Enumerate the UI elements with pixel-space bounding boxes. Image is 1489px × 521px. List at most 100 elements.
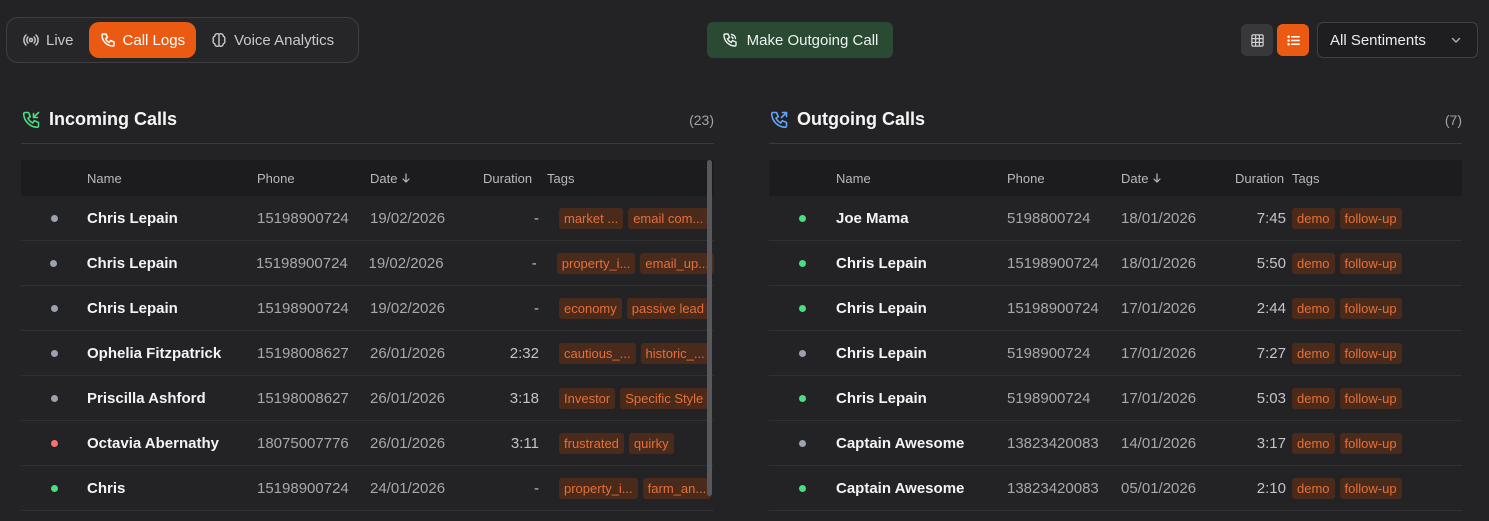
call-duration: 2:10: [1256, 479, 1286, 497]
panel-title: Outgoing Calls: [769, 109, 925, 130]
status-cell: [769, 259, 836, 267]
brain-icon: [212, 33, 226, 47]
call-duration: 2:32: [509, 344, 539, 362]
column-date-label: Date: [1121, 170, 1149, 186]
call-duration: 7:27: [1256, 344, 1286, 362]
sentiment-dot: [50, 259, 58, 267]
tag-list: market ... email com...: [539, 207, 709, 229]
tag-badge: follow-up: [1339, 342, 1402, 364]
sentiment-dot: [50, 304, 58, 312]
column-name[interactable]: Name: [87, 171, 257, 186]
outgoing-count: (7): [1444, 111, 1462, 128]
sort-desc-icon: [1153, 173, 1162, 183]
tab-live[interactable]: Live: [12, 22, 85, 58]
tag-badge: historic_...: [640, 342, 710, 364]
table-row[interactable]: Chris Lepain 15198900724 19/02/2026- market…: [21, 196, 714, 241]
tag-badge: demo: [1292, 432, 1335, 454]
tag-list: demo follow-up: [1292, 477, 1402, 499]
phone-outgoing-icon: [770, 111, 788, 128]
call-duration: 7:45: [1256, 209, 1286, 227]
column-date[interactable]: Date: [1121, 171, 1235, 186]
table-row[interactable]: Captain Awesome 13823420083 05/01/2026 2:10…: [769, 466, 1462, 511]
tag-badge: demo: [1292, 477, 1335, 499]
tab-label: Call Logs: [122, 31, 186, 49]
table-row[interactable]: Chris Lepain 5198900724 17/01/2026 5:03 demo…: [769, 376, 1462, 421]
tag-list: demo follow-up: [1292, 207, 1402, 229]
column-phone[interactable]: Phone: [257, 171, 370, 186]
caller-phone: 15198900724: [257, 299, 349, 317]
status-cell: [21, 259, 87, 267]
call-duration: 3:18: [509, 389, 539, 407]
tag-list: property_i... farm_an...: [539, 477, 712, 499]
caller-date: 26/01/2026: [370, 389, 446, 407]
make-outgoing-call-button[interactable]: Make Outgoing Call: [707, 22, 893, 58]
table-row[interactable]: Chris 15198900724 24/01/2026- property_i...…: [21, 466, 714, 511]
tag-badge: demo: [1292, 342, 1335, 364]
status-cell: [769, 394, 836, 402]
caller-date: 18/01/2026: [1121, 254, 1197, 272]
panel-title: Incoming Calls: [21, 109, 177, 130]
tag-badge: email_up...: [640, 252, 715, 274]
sentiment-dot: [799, 394, 806, 402]
incoming-calls-panel: Incoming Calls (23) Name Phone Date Dura…: [21, 96, 715, 511]
tab-voice-analytics[interactable]: Voice Analytics: [200, 22, 345, 58]
table-row[interactable]: Chris Lepain 15198900724 19/02/2026- econom…: [21, 286, 714, 331]
caller-phone: 5198900724: [1007, 389, 1091, 407]
status-cell: [21, 214, 87, 222]
caller-name: Chris Lepain: [86, 254, 178, 272]
table-row[interactable]: Joe Mama 5198800724 18/01/2026 7:45 demo foll…: [769, 196, 1462, 241]
column-duration[interactable]: Duration: [1235, 171, 1292, 186]
phone-incoming-icon: [22, 111, 40, 128]
column-tags: Tags: [1292, 170, 1320, 186]
caller-date: 17/01/2026: [1121, 389, 1197, 407]
scrollbar-thumb[interactable]: [707, 160, 712, 496]
tag-badge: follow-up: [1339, 477, 1402, 499]
view-tabs: Live Call Logs Voice Analytics: [6, 17, 359, 63]
status-cell: [769, 304, 836, 312]
status-cell: [21, 439, 87, 447]
caller-name: Priscilla Ashford: [87, 389, 206, 407]
tag-badge: property_i...: [559, 477, 638, 499]
caller-date: 26/01/2026: [370, 344, 446, 362]
panel-header: Incoming Calls (23): [21, 96, 714, 144]
tag-list: economy passive lead: [539, 297, 710, 319]
table-row[interactable]: Chris Lepain 5198900724 17/01/2026 7:27 demo…: [769, 331, 1462, 376]
list-view-button[interactable]: [1277, 24, 1309, 56]
tag-badge: quirky: [628, 432, 674, 454]
grid-view-button[interactable]: [1241, 24, 1273, 56]
sentiment-select[interactable]: All Sentiments: [1317, 22, 1478, 58]
column-date[interactable]: Date: [370, 171, 483, 186]
caller-date: 19/02/2026: [370, 299, 446, 317]
table-row[interactable]: Ophelia Fitzpatrick 15198008627 26/01/2026…: [21, 331, 714, 376]
caller-phone: 15198900724: [257, 479, 349, 497]
caller-name: Chris: [87, 479, 126, 497]
tag-badge: Specific Style: [620, 387, 709, 409]
status-cell: [21, 394, 87, 402]
tag-badge: farm_an...: [642, 477, 712, 499]
incoming-scrollbar[interactable]: [706, 160, 713, 521]
tab-call-logs[interactable]: Call Logs: [88, 22, 197, 58]
table-row[interactable]: Chris Lepain 15198900724 19/02/2026- proper…: [21, 241, 715, 286]
table-row[interactable]: Chris Lepain 15198900724 18/01/2026 5:50 dem…: [769, 241, 1462, 286]
table-row[interactable]: Octavia Abernathy 18075007776 26/01/2026 3:…: [21, 421, 714, 466]
column-name[interactable]: Name: [836, 171, 1007, 186]
table-row[interactable]: Captain Awesome 13823420083 14/01/2026 3:17…: [769, 421, 1462, 466]
tag-list: cautious_... historic_...: [539, 342, 710, 364]
caller-date: 17/01/2026: [1121, 299, 1197, 317]
table-row[interactable]: Priscilla Ashford 15198008627 26/01/2026 3:…: [21, 376, 714, 421]
column-duration[interactable]: Duration: [483, 171, 539, 186]
tag-badge: email com...: [628, 207, 709, 229]
call-duration: -: [531, 254, 537, 272]
column-phone[interactable]: Phone: [1007, 171, 1121, 186]
table-row[interactable]: Chris Lepain 15198900724 17/01/2026 2:44 dem…: [769, 286, 1462, 331]
caller-name: Chris Lepain: [836, 389, 927, 407]
tag-badge: follow-up: [1339, 252, 1402, 274]
tag-list: demo follow-up: [1292, 342, 1402, 364]
tab-label: Voice Analytics: [234, 31, 335, 49]
status-cell: [21, 304, 87, 312]
status-cell: [769, 349, 836, 357]
caller-phone: 13823420083: [1007, 434, 1099, 452]
caller-name: Chris Lepain: [836, 344, 927, 362]
outgoing-calls-panel: Outgoing Calls (7) Name Phone Date Durat…: [769, 96, 1462, 511]
call-duration: 5:03: [1256, 389, 1286, 407]
